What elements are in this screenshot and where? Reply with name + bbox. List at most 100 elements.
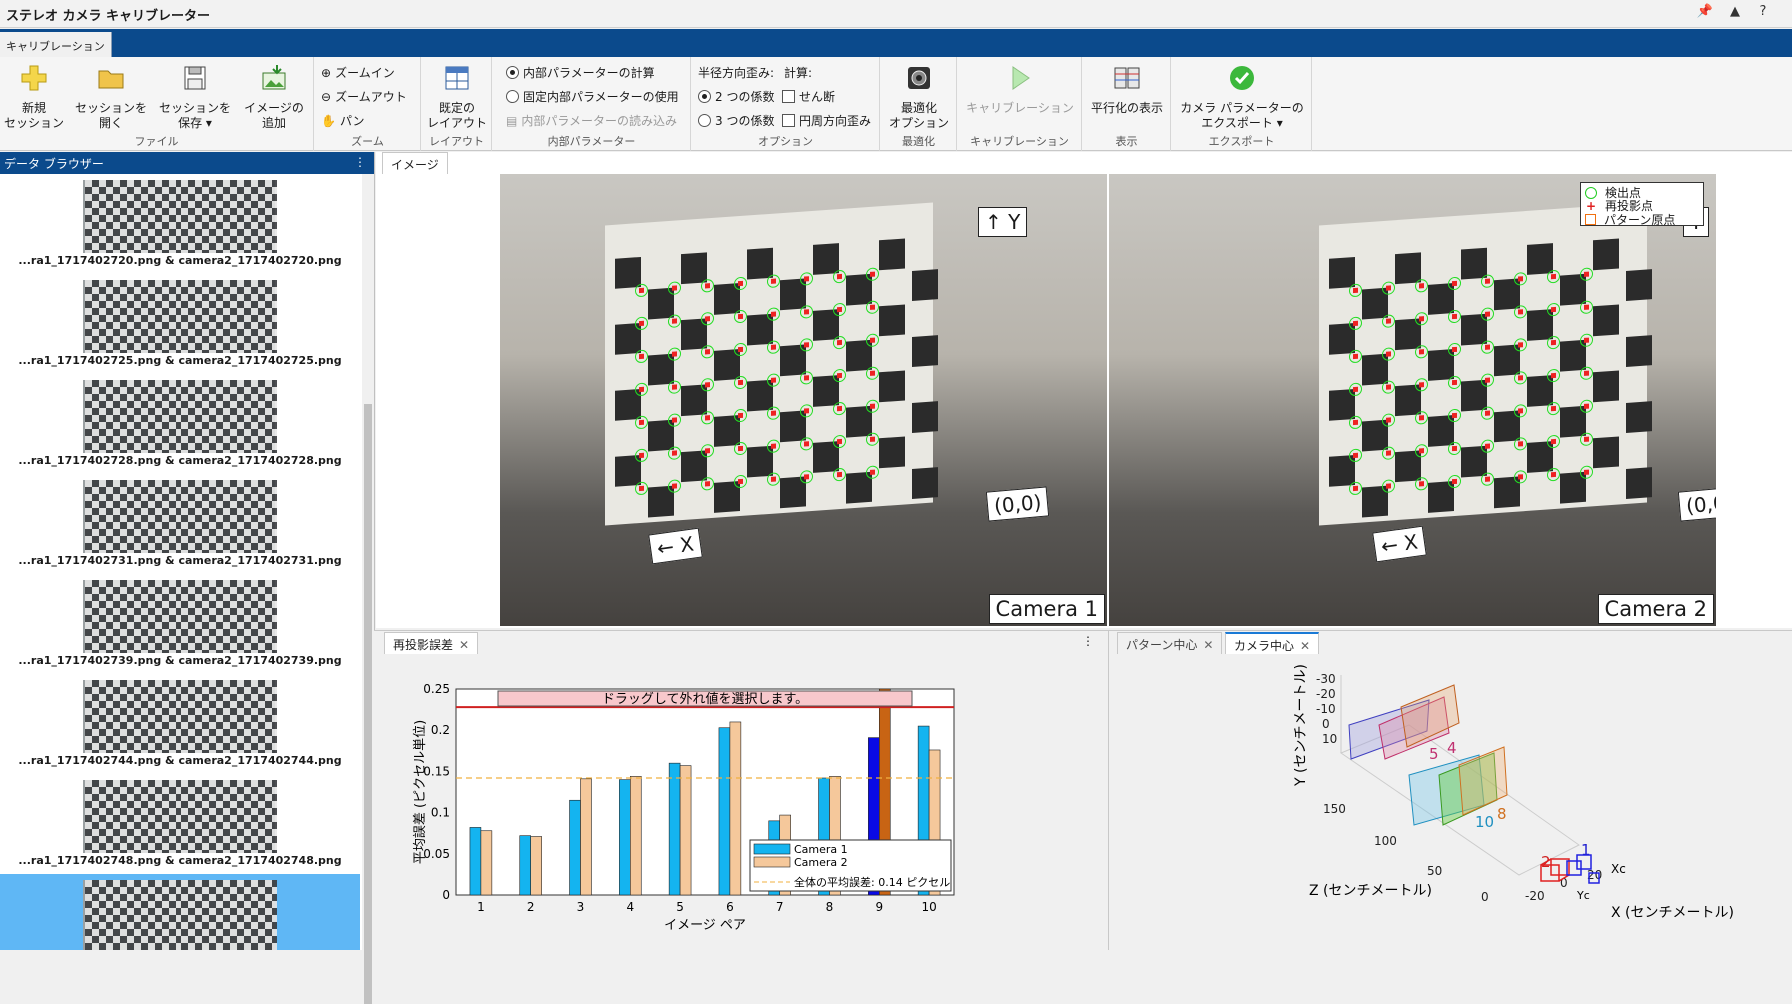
detected-point [1481, 472, 1494, 487]
load-intrinsics-button[interactable]: ▤ 内部パラメーターの読み込み [506, 112, 677, 129]
skew-checkbox[interactable]: せん断 [782, 88, 835, 105]
reprojection-chart[interactable]: 1 2 3 4 5 6 7 8 9 1000.050.10.150.20.25ドラッグして外れ値を… [374, 655, 1108, 951]
tab-camera-centric[interactable]: カメラ中心 ✕ [1225, 632, 1320, 654]
tab-calibration[interactable]: キャリブレーション [0, 32, 112, 57]
bar[interactable] [530, 836, 542, 896]
default-layout-button[interactable]: 既定の レイアウト [426, 63, 488, 131]
radio-icon [698, 114, 711, 127]
group-zoom: ⊕ ズームイン ⊖ ズームアウト ✋ パン ズーム [315, 57, 421, 151]
checkerboard [605, 202, 938, 526]
detected-point [734, 474, 747, 489]
close-icon[interactable]: ✕ [1300, 639, 1310, 653]
use-fixed-intrinsics-radio[interactable]: 固定内部パラメーターの使用 [506, 88, 679, 105]
detected-point [800, 337, 813, 352]
zoom-out-button[interactable]: ⊖ ズームアウト [321, 88, 407, 105]
detected-point [833, 368, 846, 383]
data-browser-header: データ ブラウザー ⋮ [0, 152, 374, 174]
group-label-file: ファイル [134, 135, 179, 148]
bar[interactable] [629, 776, 642, 896]
tab-pattern-centric[interactable]: パターン中心 ✕ [1117, 632, 1223, 654]
export-parameters-button[interactable]: カメラ パラメーターの エクスポート ▾ [1176, 63, 1308, 131]
kebab-menu-icon[interactable]: ⋮ [1082, 634, 1094, 648]
save-session-button[interactable]: セッションを 保存 ▾ [156, 63, 234, 131]
detected-point [833, 434, 846, 449]
image-pair-caption: ...ra1_1717402725.png & camera2_17174027… [18, 354, 342, 367]
detected-point [1481, 307, 1494, 322]
collapse-icon[interactable]: ▲ [1724, 4, 1746, 24]
x-tick-label: 3 [577, 900, 585, 914]
group-calibrate: キャリブレーション キャリブレーション [958, 57, 1082, 151]
bar[interactable] [619, 779, 631, 896]
extrinsics-3d-plot[interactable]: Y (センチメートル) Z (センチメートル) X (センチメートル) -30 … [1109, 655, 1792, 951]
detected-point [1580, 465, 1593, 480]
detected-point [1415, 278, 1428, 293]
bar[interactable] [668, 762, 681, 896]
detected-point [800, 403, 813, 418]
legend-label: 全体の平均誤差: 0.14 ピクセル [794, 875, 950, 889]
bar[interactable] [679, 765, 692, 896]
open-session-button[interactable]: セッションを 開く [72, 63, 150, 131]
bar[interactable] [729, 721, 742, 896]
image-pair-item[interactable]: ...ra1_1717402744.png & camera2_17174027… [0, 674, 360, 774]
detected-point [1382, 314, 1395, 329]
show-rectified-button[interactable]: 平行化の表示 [1087, 63, 1167, 116]
new-session-button[interactable]: 新規 セッション [2, 63, 66, 131]
pattern-label: 4 [1447, 739, 1457, 757]
pin-icon[interactable]: 📌 [1694, 4, 1716, 24]
tab-reprojection-error[interactable]: 再投影誤差 ✕ [384, 632, 479, 654]
three-coefficients-radio[interactable]: 3 つの係数 [698, 112, 774, 129]
compute-intrinsics-radio[interactable]: 内部パラメーターの計算 [506, 64, 655, 81]
add-images-button[interactable]: イメージの 追加 [238, 63, 310, 131]
camera2-image: Y ← X (0,0) Camera 2 検出点 +再投影点 パターン原点 [1109, 174, 1716, 626]
scrollbar-thumb[interactable] [364, 404, 372, 1004]
tangential-checkbox[interactable]: 円周方向歪み [782, 112, 871, 129]
detected-point [866, 399, 879, 414]
origin-label: (0,0) [1677, 486, 1716, 522]
image-pair-item[interactable]: ...ra1_1717402725.png & camera2_17174027… [0, 274, 360, 374]
image-pair-item[interactable]: ...ra1_1717402731.png & camera2_17174027… [0, 474, 360, 574]
kebab-menu-icon[interactable]: ⋮ [354, 155, 366, 169]
tab-image[interactable]: イメージ [382, 152, 448, 174]
ribbon: 新規 セッション セッションを 開く セッションを 保存 ▾ イメージの 追加 ファイル… [0, 57, 1792, 151]
x-tick-label: 1 [477, 900, 485, 914]
image-pair-item[interactable]: ...ra1_1717402728.png & camera2_17174027… [0, 374, 360, 474]
detected-point [1514, 403, 1527, 418]
detected-point [833, 335, 846, 350]
detected-point [1448, 342, 1461, 357]
bar[interactable] [580, 778, 592, 896]
calibrate-button[interactable]: キャリブレーション [962, 63, 1078, 116]
check-icon [1230, 66, 1254, 90]
group-label-layout: レイアウト [429, 135, 484, 148]
detected-point [1514, 337, 1527, 352]
checkerboard [1319, 202, 1652, 526]
help-icon[interactable]: ? [1752, 4, 1774, 24]
detected-point [1580, 333, 1593, 348]
bar[interactable] [519, 835, 532, 896]
two-coefficients-radio[interactable]: 2 つの係数 [698, 88, 774, 105]
detected-point [866, 333, 879, 348]
bar[interactable] [718, 727, 731, 896]
detected-point [1580, 366, 1593, 381]
detected-point [1547, 401, 1560, 416]
play-icon [1012, 66, 1030, 90]
group-label-export: エクスポート [1208, 135, 1275, 148]
bar[interactable] [469, 827, 482, 896]
detected-point [734, 309, 747, 324]
pan-button[interactable]: ✋ パン [321, 112, 365, 129]
close-icon[interactable]: ✕ [459, 638, 469, 652]
detected-point [734, 408, 747, 423]
image-pair-item[interactable]: ...ra1_1717402739.png & camera2_17174027… [0, 574, 360, 674]
image-pair-item[interactable] [0, 874, 360, 950]
image-pair-item[interactable]: ...ra1_1717402720.png & camera2_17174027… [0, 174, 360, 274]
bar[interactable] [480, 830, 493, 896]
detected-point [1382, 347, 1395, 362]
scrollbar[interactable] [362, 174, 374, 1004]
close-icon[interactable]: ✕ [1203, 638, 1213, 652]
zoom-in-button[interactable]: ⊕ ズームイン [321, 64, 395, 81]
detected-point [668, 380, 681, 395]
pattern-label: 5 [1429, 745, 1439, 763]
bar[interactable] [569, 799, 581, 896]
x-tick-label: 7 [776, 900, 784, 914]
image-pair-item[interactable]: ...ra1_1717402748.png & camera2_17174027… [0, 774, 360, 874]
optimization-options-button[interactable]: 最適化 オプション [885, 63, 953, 131]
